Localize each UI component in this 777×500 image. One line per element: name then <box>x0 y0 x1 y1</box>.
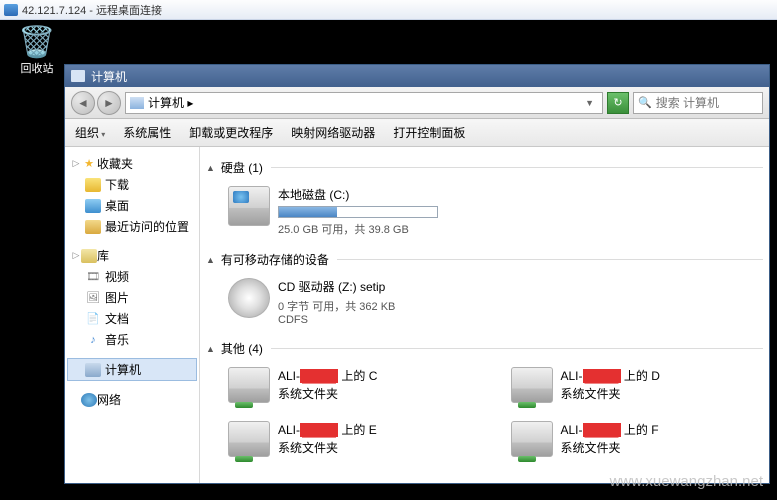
remote-desktop-area: 🗑️ 回收站 计算机 ◄ ► 计算机 ▸ ▼ ↻ 🔍 搜索 计算机 <box>0 20 777 500</box>
sidebar-libraries[interactable]: ▷ 库 <box>67 245 197 266</box>
section-hdd[interactable]: ▲ 硬盘 (1) <box>206 159 763 176</box>
computer-icon <box>71 70 85 82</box>
tree-expand-icon: ▷ <box>71 250 81 261</box>
drive-cd-name: CD 驱动器 (Z:) setip <box>278 278 755 295</box>
control-panel-button[interactable]: 打开控制面板 <box>393 124 465 141</box>
watermark: www.xuewangzhan.net <box>610 473 763 490</box>
net-drive-c[interactable]: ALI-████ 上的 C 系统文件夹 <box>210 363 481 417</box>
rdp-title-text: 42.121.7.124 - 远程桌面连接 <box>22 2 162 18</box>
uninstall-button[interactable]: 卸载或更改程序 <box>189 124 273 141</box>
explorer-window: 计算机 ◄ ► 计算机 ▸ ▼ ↻ 🔍 搜索 计算机 组织 系统属性 卸载或更改… <box>64 64 770 484</box>
section-removable[interactable]: ▲ 有可移动存储的设备 <box>206 251 763 268</box>
collapse-icon: ▲ <box>206 163 215 173</box>
search-placeholder: 搜索 计算机 <box>656 94 719 111</box>
sidebar-network-label: 网络 <box>97 391 121 408</box>
network-drive-icon <box>511 421 553 457</box>
refresh-button[interactable]: ↻ <box>607 92 629 114</box>
sidebar-desktop[interactable]: 桌面 <box>67 195 197 216</box>
sidebar-favorites-label: 收藏夹 <box>97 155 133 172</box>
network-drive-icon <box>511 367 553 403</box>
explorer-body: ▷ ★ 收藏夹 下载 桌面 最近访问的位置 ▷ 库 🎞视频 🖼图片 <box>65 147 769 483</box>
star-icon: ★ <box>81 157 97 171</box>
sidebar-documents[interactable]: 📄文档 <box>67 308 197 329</box>
drive-c-name: 本地磁盘 (C:) <box>278 186 755 203</box>
network-icon <box>81 393 97 407</box>
back-button[interactable]: ◄ <box>71 91 95 115</box>
picture-icon: 🖼 <box>85 291 101 305</box>
network-drive-icon <box>228 367 270 403</box>
forward-button[interactable]: ► <box>97 91 121 115</box>
window-title-text: 计算机 <box>91 68 127 85</box>
map-drive-button[interactable]: 映射网络驱动器 <box>291 124 375 141</box>
computer-icon <box>85 363 101 377</box>
network-drive-icon <box>228 421 270 457</box>
net-drive-f[interactable]: ALI-████ 上的 F 系统文件夹 <box>493 417 764 471</box>
sidebar-videos[interactable]: 🎞视频 <box>67 266 197 287</box>
sidebar-pictures[interactable]: 🖼图片 <box>67 287 197 308</box>
address-icon <box>130 97 144 109</box>
drive-c[interactable]: 本地磁盘 (C:) 25.0 GB 可用，共 39.8 GB <box>206 182 763 247</box>
cd-icon <box>228 278 270 318</box>
section-other[interactable]: ▲ 其他 (4) <box>206 340 763 357</box>
drive-cd-stat: 0 字节 可用，共 362 KB <box>278 298 755 314</box>
net-drive-e[interactable]: ALI-████ 上的 E 系统文件夹 <box>210 417 481 471</box>
rdp-icon <box>4 4 18 16</box>
music-icon: ♪ <box>85 333 101 347</box>
drive-c-usage-bar <box>278 206 438 218</box>
download-icon <box>85 178 101 192</box>
sidebar-music[interactable]: ♪音乐 <box>67 329 197 350</box>
net-drive-d[interactable]: ALI-████ 上的 D 系统文件夹 <box>493 363 764 417</box>
system-properties-button[interactable]: 系统属性 <box>123 124 171 141</box>
desktop-icon <box>85 199 101 213</box>
address-bar[interactable]: 计算机 ▸ ▼ <box>125 92 603 114</box>
command-bar: 组织 系统属性 卸载或更改程序 映射网络驱动器 打开控制面板 <box>65 119 769 147</box>
collapse-icon: ▲ <box>206 344 215 354</box>
drive-c-stat: 25.0 GB 可用，共 39.8 GB <box>278 221 755 237</box>
drive-cd-fs: CDFS <box>278 314 755 326</box>
sidebar-computer[interactable]: 计算机 <box>67 358 197 381</box>
recycle-bin-icon: 🗑️ <box>14 28 60 58</box>
hdd-icon <box>228 186 270 226</box>
sidebar-favorites[interactable]: ▷ ★ 收藏夹 <box>67 153 197 174</box>
sidebar-network[interactable]: 网络 <box>67 389 197 410</box>
sidebar-recent[interactable]: 最近访问的位置 <box>67 216 197 237</box>
recent-icon <box>85 220 101 234</box>
recycle-bin-label: 回收站 <box>14 60 60 76</box>
nav-pane: ▷ ★ 收藏夹 下载 桌面 最近访问的位置 ▷ 库 🎞视频 🖼图片 <box>65 147 200 483</box>
address-dropdown-icon[interactable]: ▼ <box>581 98 598 108</box>
nav-buttons: ◄ ► <box>71 91 121 115</box>
recycle-bin[interactable]: 🗑️ 回收站 <box>14 28 60 76</box>
sidebar-downloads[interactable]: 下载 <box>67 174 197 195</box>
window-title-bar[interactable]: 计算机 <box>65 65 769 87</box>
collapse-icon: ▲ <box>206 255 215 265</box>
search-box[interactable]: 🔍 搜索 计算机 <box>633 92 763 114</box>
organize-button[interactable]: 组织 <box>75 124 105 141</box>
drive-cd[interactable]: CD 驱动器 (Z:) setip 0 字节 可用，共 362 KB CDFS <box>206 274 763 336</box>
sidebar-libraries-label: 库 <box>97 247 109 264</box>
document-icon: 📄 <box>85 312 101 326</box>
rdp-title-bar: 42.121.7.124 - 远程桌面连接 <box>0 0 777 20</box>
content-pane: ▲ 硬盘 (1) 本地磁盘 (C:) 25.0 GB 可用，共 39.8 GB … <box>200 147 769 483</box>
tree-expand-icon: ▷ <box>71 158 81 169</box>
video-icon: 🎞 <box>85 270 101 284</box>
library-icon <box>81 249 97 263</box>
search-icon: 🔍 <box>638 96 652 109</box>
address-text: 计算机 ▸ <box>148 94 193 111</box>
nav-bar: ◄ ► 计算机 ▸ ▼ ↻ 🔍 搜索 计算机 <box>65 87 769 119</box>
